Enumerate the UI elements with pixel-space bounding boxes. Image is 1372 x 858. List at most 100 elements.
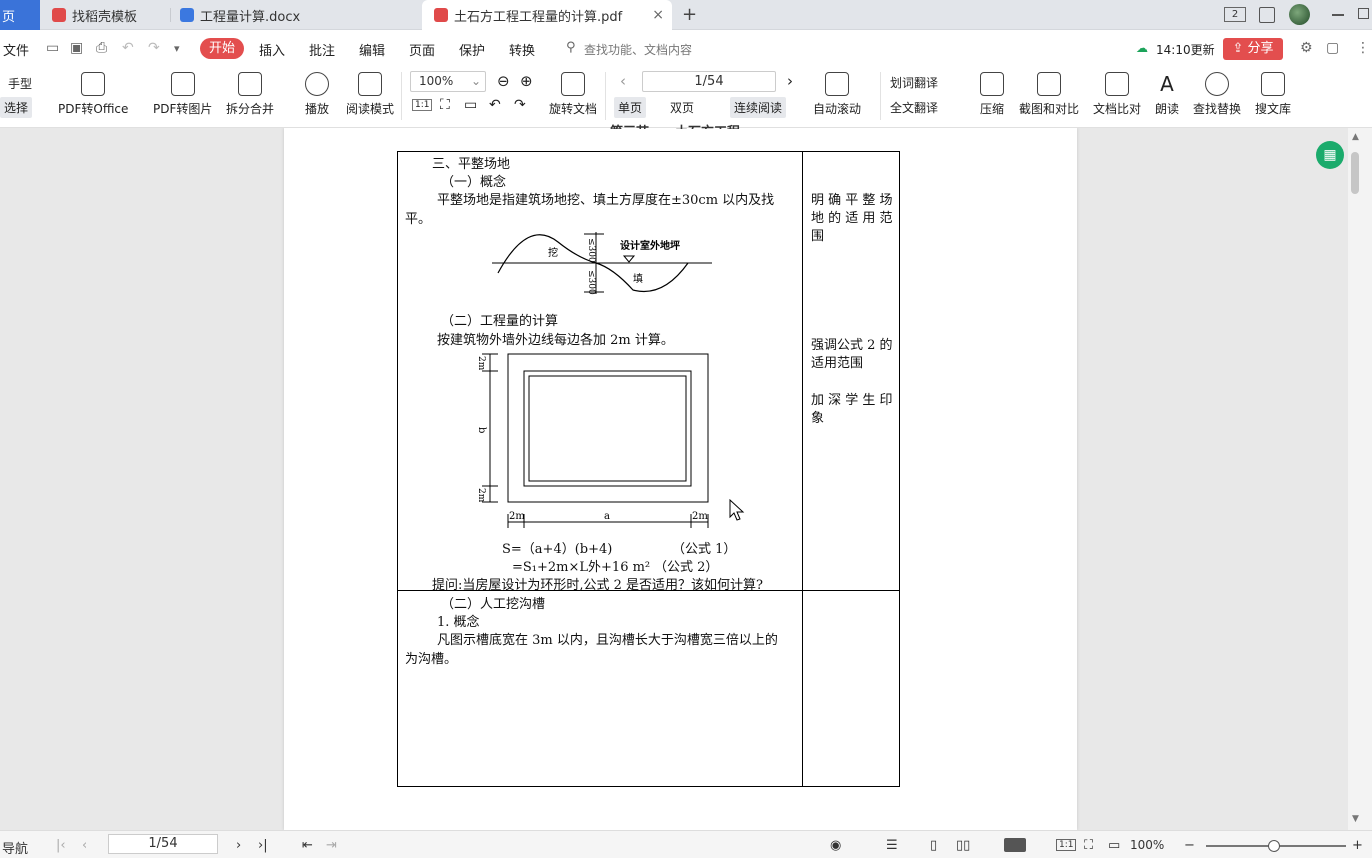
more-icon[interactable]: ⋮ [1356,40,1370,56]
zoom-out-icon[interactable]: ⊖ [497,72,510,90]
zoom-in-icon[interactable]: + [1352,838,1363,853]
hand-tool[interactable]: 手型 [8,75,32,92]
settings-icon[interactable]: ⚙ [1300,40,1313,56]
status-page-input[interactable]: 1/54 [108,834,218,854]
auto-scroll-button[interactable]: 自动滚动 [813,72,861,117]
redo-icon[interactable]: ↷ [148,40,160,56]
close-tab-icon[interactable]: × [652,7,664,23]
chevron-down-icon: ⌄ [470,74,481,88]
double-view-icon[interactable]: ▯▯ [956,838,970,853]
toolbar-divider [401,72,402,120]
print-icon[interactable]: ⎙ [96,40,107,56]
fit-page-icon[interactable]: ⛶ [440,97,450,113]
tab-separator [170,8,171,22]
find-replace-button[interactable]: 查找替换 [1193,72,1241,117]
actual-size-icon[interactable]: 1:1 [1056,839,1077,851]
share-button[interactable]: ⇪ 分享 [1223,38,1283,60]
tab-template[interactable]: 找稻壳模板 [52,0,170,30]
tab-pdf[interactable]: 土石方工程工程量的计算.pdf × [422,0,672,30]
next-page-icon[interactable]: › [787,72,793,90]
restore-icon[interactable] [1358,8,1369,19]
undo-icon[interactable]: ↶ [122,40,134,56]
split-merge-button[interactable]: 拆分合并 [226,72,274,117]
page-input[interactable]: 1/54 [642,71,776,92]
rotate-button[interactable]: 旋转文档 [549,72,597,117]
doc-compare-label: 文档比对 [1093,102,1142,116]
scrollbar-thumb[interactable] [1351,152,1359,194]
compress-button[interactable]: 压缩 [980,72,1004,117]
menu-file[interactable]: 文件 [3,40,29,59]
site-plan-diagram: 2m a 2m b 2m 2m [476,353,709,528]
menu-insert[interactable]: 插入 [259,40,285,59]
continuous-view-icon[interactable]: ☰ [886,838,898,853]
back-icon[interactable]: ⇤ [302,838,313,853]
auto-scroll-label: 自动滚动 [813,102,862,116]
navigation-toggle[interactable]: 导航 [2,838,28,857]
zoom-level[interactable]: 100% [1130,838,1164,852]
prev-page-icon[interactable]: ‹ [620,72,626,90]
pdf-to-image-button[interactable]: PDF转图片 [153,72,212,117]
continuous-read-button[interactable]: 连续阅读 [730,97,787,118]
play-button[interactable]: 播放 [305,72,329,117]
save-icon[interactable]: ▣ [70,40,83,56]
search-input[interactable]: 查找功能、文档内容 [584,41,692,58]
single-page-button[interactable]: 单页 [614,97,647,118]
rotate-left-icon[interactable]: ↶ [489,97,501,113]
double-page-button[interactable]: 双页 [670,99,694,116]
split-merge-label: 拆分合并 [226,102,275,116]
full-translate-button[interactable]: 全文翻译 [890,99,938,116]
zoom-value: 100% [419,74,454,88]
fit-page-icon[interactable]: ⛶ [1084,838,1093,853]
doc-compare-button[interactable]: 文档比对 [1093,72,1141,117]
split-merge-icon [238,72,262,96]
screenshot-compare-button[interactable]: 截图和对比 [1019,72,1079,117]
tab-home[interactable]: 页 [0,0,40,30]
formula-2: =S₁+2m×L外+16 m² [512,560,651,575]
start-tab-button[interactable]: 开始 [200,38,244,59]
comment-icon[interactable]: ▢ [1326,40,1339,56]
new-tab-icon[interactable]: + [682,4,697,25]
read-aloud-button[interactable]: A 朗读 [1155,72,1179,117]
fig1-dim-label: ≤300 [586,238,596,263]
zoom-in-icon[interactable]: ⊕ [520,72,533,90]
fit-width-icon[interactable]: ▭ [464,97,477,113]
word-icon [180,8,194,22]
zoom-out-icon[interactable]: − [1184,838,1195,853]
prev-page-icon[interactable]: ‹ [82,838,87,853]
apps-grid-icon[interactable] [1259,7,1275,23]
vertical-scrollbar[interactable]: ▲ ▼ [1348,128,1372,830]
menu-page[interactable]: 页面 [409,40,435,59]
menu-convert[interactable]: 转换 [509,40,535,59]
zoom-slider-handle[interactable] [1268,840,1280,852]
first-page-icon[interactable]: |‹ [56,838,66,853]
workspace-badge[interactable]: 2 [1224,7,1246,22]
side-note: 围 [811,229,825,244]
actual-size-button[interactable]: 1:1 [412,99,433,111]
next-page-icon[interactable]: › [236,838,241,853]
rotate-right-icon[interactable]: ↷ [514,97,526,113]
menu-comment[interactable]: 批注 [309,40,335,59]
open-icon[interactable]: ▭ [46,40,59,56]
last-page-icon[interactable]: ›| [258,838,268,853]
scroll-up-icon[interactable]: ▲ [1352,132,1359,142]
tab-docx[interactable]: 工程量计算.docx [180,0,410,30]
menu-protect[interactable]: 保护 [459,40,485,59]
select-tool[interactable]: 选择 [0,97,33,118]
library-button[interactable]: 搜文库 [1255,72,1291,117]
menu-edit[interactable]: 编辑 [359,40,385,59]
table-tool-icon[interactable]: ▦ [1316,141,1344,169]
fig1-dim-label: ≤300 [586,270,596,295]
quick-menu-icon[interactable]: ▾ [174,42,180,55]
pdf-to-office-button[interactable]: PDF转Office [58,72,128,117]
read-mode-button[interactable]: 阅读模式 [346,72,394,117]
avatar[interactable] [1289,4,1310,25]
play-slideshow-icon[interactable] [1004,838,1026,852]
fit-width-icon[interactable]: ▭ [1108,838,1120,853]
zoom-select[interactable]: 100% ⌄ [410,71,486,92]
word-translate-button[interactable]: 划词翻译 [890,74,938,91]
forward-icon[interactable]: ⇥ [326,838,337,853]
scroll-down-icon[interactable]: ▼ [1352,814,1359,824]
single-view-icon[interactable]: ▯ [930,838,937,853]
minimize-icon[interactable] [1332,14,1344,16]
eye-protection-icon[interactable]: ◉ [830,838,841,853]
